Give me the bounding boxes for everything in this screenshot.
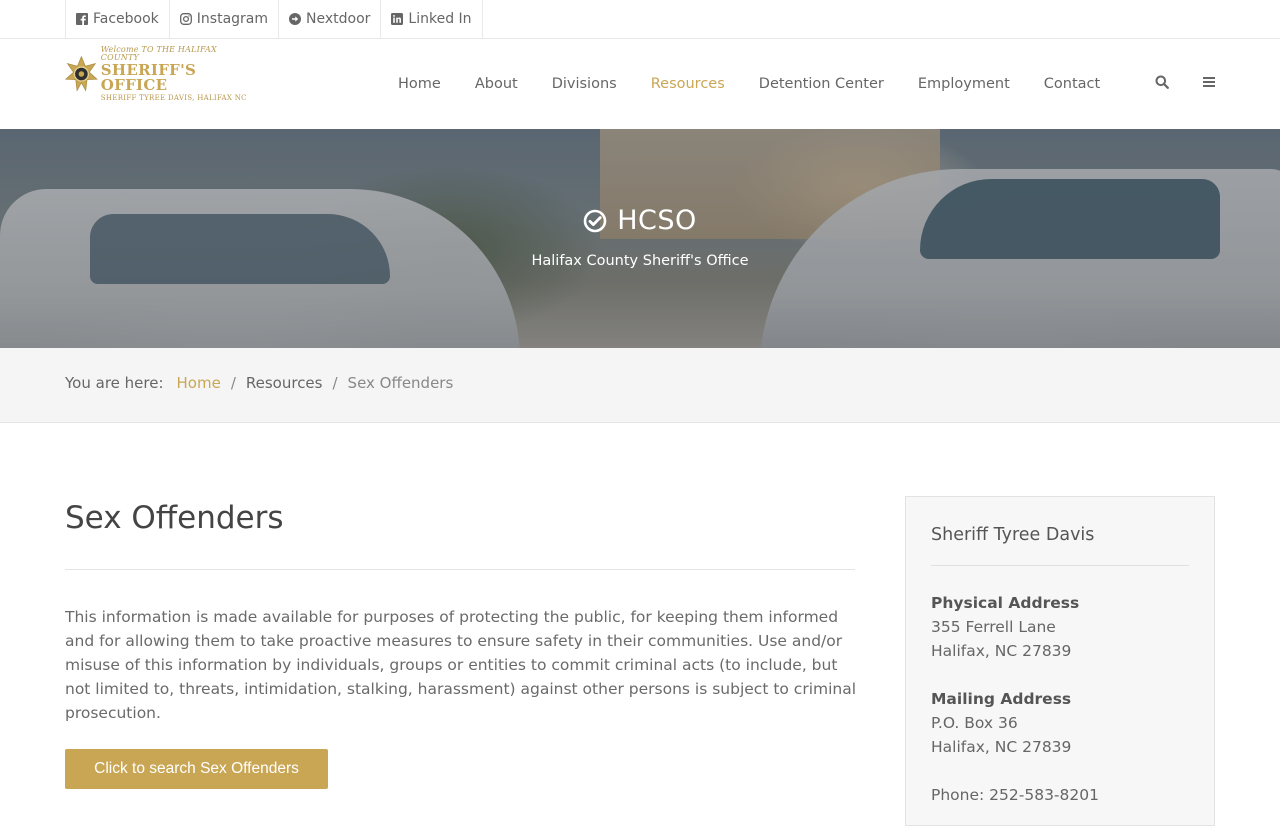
site-logo[interactable]: Welcome TO THE HALIFAX COUNTY SHERIFF'S … (64, 46, 254, 102)
nav-item-resources[interactable]: Resources (651, 76, 725, 92)
menu-icon[interactable] (1202, 75, 1216, 89)
instagram-label: Instagram (196, 11, 269, 27)
hero-title: HCSO (0, 205, 1280, 236)
nav-item-about[interactable]: About (475, 76, 518, 92)
phone-number[interactable]: Phone: 252-583-8201 (931, 783, 1099, 807)
breadcrumb-separator: / (332, 374, 338, 392)
logo-title: SHERIFF'S OFFICE (100, 61, 197, 94)
nextdoor-link[interactable]: Nextdoor (279, 0, 382, 38)
linkedin-label: Linked In (408, 11, 472, 27)
page-title: Sex Offenders (65, 500, 284, 536)
linkedin-link[interactable]: Linked In (381, 0, 483, 38)
site-header: Welcome TO THE HALIFAX COUNTY SHERIFF'S … (0, 39, 1280, 129)
breadcrumb-current: Sex Offenders (347, 374, 454, 392)
breadcrumb-home[interactable]: Home (177, 374, 221, 392)
linkedin-icon (391, 13, 404, 25)
nav-item-employment[interactable]: Employment (918, 76, 1010, 92)
mailing-address-line2: Halifax, NC 27839 (931, 738, 1072, 756)
breadcrumb-prefix: You are here: (65, 374, 164, 392)
mailing-address: Mailing Address P.O. Box 36 Halifax, NC … (931, 687, 1071, 759)
logo-subtitle: SHERIFF TYREE DAVIS, HALIFAX NC (100, 94, 247, 102)
search-icon[interactable] (1155, 75, 1169, 89)
check-circle-icon (583, 209, 607, 232)
instagram-icon (179, 13, 192, 25)
intro-text: This information is made available for p… (65, 608, 857, 722)
logo-welcome: Welcome TO THE HALIFAX COUNTY (100, 45, 217, 62)
mailing-address-heading: Mailing Address (931, 690, 1072, 708)
facebook-icon (76, 13, 88, 25)
breadcrumb: You are here: Home / Resources / Sex Off… (65, 374, 453, 392)
sidebar-title: Sheriff Tyree Davis (931, 525, 1095, 545)
hero-subtitle: Halifax County Sheriff's Office (531, 253, 749, 269)
nav-item-contact[interactable]: Contact (1044, 76, 1100, 92)
hero-overlay (0, 129, 1280, 348)
physical-address-heading: Physical Address (931, 594, 1080, 612)
arrow-circle-right-icon (289, 13, 302, 25)
logo-text: Welcome TO THE HALIFAX COUNTY SHERIFF'S … (101, 46, 254, 102)
breadcrumb-separator: / (230, 374, 236, 392)
nav-item-detention-center[interactable]: Detention Center (759, 76, 884, 92)
facebook-label: Facebook (93, 11, 159, 27)
social-links: Facebook Instagram Nextdoor Linked In (65, 0, 483, 38)
sheriff-contact-card: Sheriff Tyree Davis Physical Address 355… (905, 496, 1215, 826)
search-sex-offenders-button[interactable]: Click to search Sex Offenders (65, 749, 328, 789)
title-divider (65, 569, 855, 570)
hero-title-text: HCSO (617, 205, 697, 236)
sheriff-star-icon (64, 55, 98, 92)
main-nav: Home About Divisions Resources Detention… (398, 39, 1134, 129)
hero-banner: HCSO Halifax County Sheriff's Office (0, 129, 1280, 348)
sidebar-divider (931, 565, 1189, 566)
facebook-link[interactable]: Facebook (66, 0, 170, 38)
physical-address-line1: 355 Ferrell Lane (931, 618, 1056, 636)
physical-address-line2: Halifax, NC 27839 (931, 642, 1072, 660)
nav-item-divisions[interactable]: Divisions (552, 76, 617, 92)
mailing-address-line1: P.O. Box 36 (931, 714, 1018, 732)
nextdoor-label: Nextdoor (306, 11, 371, 27)
social-bar: Facebook Instagram Nextdoor Linked In (0, 0, 1280, 39)
breadcrumb-bar: You are here: Home / Resources / Sex Off… (0, 348, 1280, 423)
physical-address: Physical Address 355 Ferrell Lane Halifa… (931, 591, 1079, 663)
breadcrumb-resources[interactable]: Resources (246, 374, 323, 392)
nav-item-home[interactable]: Home (398, 76, 441, 92)
instagram-link[interactable]: Instagram (170, 0, 280, 38)
